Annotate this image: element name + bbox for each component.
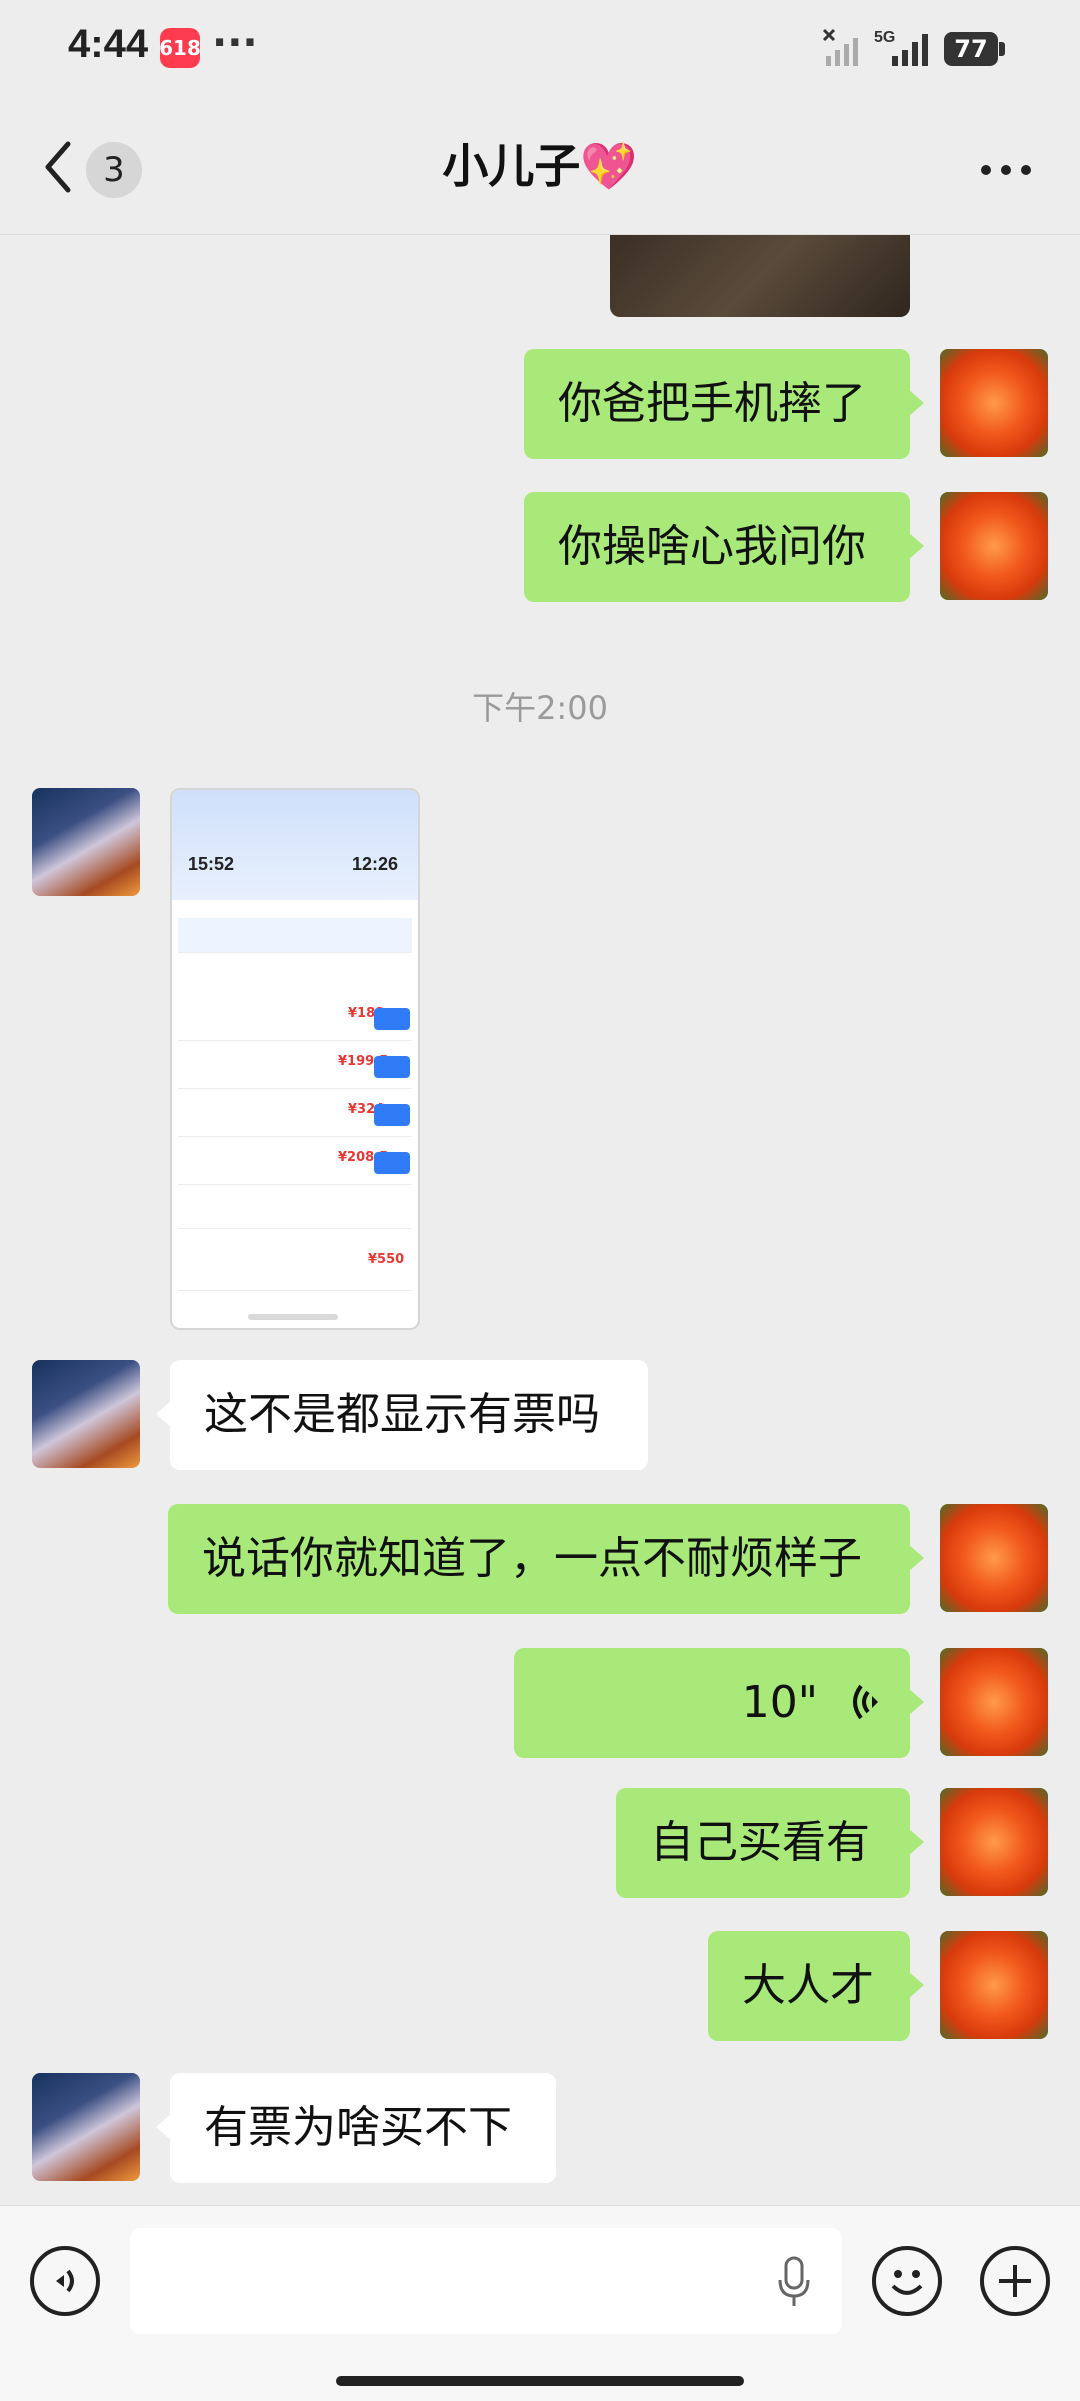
message-bubble-sent[interactable]: 自己买看有	[616, 1788, 924, 1898]
depart-time: 15:52	[188, 854, 235, 874]
voice-icon	[56, 2269, 74, 2293]
buy-button	[374, 1008, 410, 1030]
app-notification-badge: 618	[159, 28, 201, 68]
message-bubble-received[interactable]: 有票为啥买不下	[156, 2073, 556, 2183]
buy-button	[374, 1152, 410, 1174]
more-options-button[interactable]	[976, 150, 1036, 190]
message-bubble-sent[interactable]: 你操啥心我问你	[524, 492, 924, 602]
more-dots-icon	[981, 165, 1031, 175]
contact-avatar[interactable]	[32, 1360, 140, 1468]
seat-tabs	[178, 918, 412, 953]
voice-mode-button[interactable]	[30, 2246, 100, 2316]
my-avatar[interactable]	[940, 1931, 1048, 2039]
chat-title: 小儿子💖	[442, 139, 638, 193]
chat-header: 3 小儿子💖	[0, 100, 1080, 235]
voice-message[interactable]: 10"	[514, 1648, 924, 1758]
smiley-icon	[891, 2270, 923, 2295]
message-list[interactable]: 你爸把手机摔了 你操啥心我问你 下午2:00 15:52 12:26 ¥188 …	[0, 235, 1080, 2205]
ticket-price: ¥550	[368, 1252, 405, 1267]
plus-icon	[999, 2265, 1031, 2297]
image-message-ticket-screenshot[interactable]: 15:52 12:26 ¥188 ¥199.5 ¥324 ¥208.5 ¥550	[170, 788, 420, 1330]
emoji-button[interactable]	[872, 2246, 942, 2316]
ticket-row: ¥199.5	[178, 1048, 412, 1089]
voice-wave-icon	[853, 1684, 878, 1720]
wifi-signal-off-icon	[822, 28, 858, 66]
more-notifications-icon: ···	[212, 20, 258, 66]
battery-indicator: 77	[944, 32, 998, 66]
ticket-row: ¥324	[178, 1096, 412, 1137]
gesture-home-indicator[interactable]	[336, 2376, 744, 2386]
message-bubble-sent[interactable]: 大人才	[708, 1931, 924, 2041]
message-bubble-sent[interactable]: 说话你就知道了，一点不耐烦样子	[168, 1504, 924, 1614]
ticket-row: ¥208.5	[178, 1144, 412, 1185]
battery-tip	[999, 42, 1005, 56]
status-bar: 4:44 618 ··· 5G 77	[0, 0, 1080, 100]
my-avatar[interactable]	[940, 1648, 1048, 1756]
arrive-time: 12:26	[352, 854, 399, 874]
my-avatar[interactable]	[940, 492, 1048, 600]
my-avatar[interactable]	[940, 1504, 1048, 1612]
candidate-row	[178, 1192, 412, 1229]
contact-avatar[interactable]	[32, 788, 140, 896]
message-timestamp: 下午2:00	[472, 689, 608, 727]
voice-duration: 10"	[741, 1677, 818, 1728]
network-type-label: 5G	[874, 29, 895, 46]
buy-button	[374, 1104, 410, 1126]
my-avatar[interactable]	[940, 349, 1048, 457]
ticket-row: ¥550	[178, 1246, 412, 1291]
my-avatar[interactable]	[940, 1788, 1048, 1896]
microphone-icon[interactable]	[776, 2256, 812, 2308]
buy-button	[374, 1056, 410, 1078]
status-time: 4:44	[68, 22, 149, 66]
screenshot-header	[172, 790, 418, 900]
message-bubble-sent[interactable]: 你爸把手机摔了	[524, 349, 924, 459]
image-message-partial[interactable]	[610, 235, 910, 317]
ticket-row: ¥188	[178, 1000, 412, 1041]
cell-signal-icon: 5G	[874, 29, 928, 66]
more-functions-button[interactable]	[980, 2246, 1050, 2316]
input-bar	[0, 2205, 1080, 2401]
message-input[interactable]	[130, 2228, 842, 2334]
contact-avatar[interactable]	[32, 2073, 140, 2181]
home-indicator	[248, 1314, 338, 1320]
message-bubble-received[interactable]: 这不是都显示有票吗	[156, 1360, 648, 1470]
